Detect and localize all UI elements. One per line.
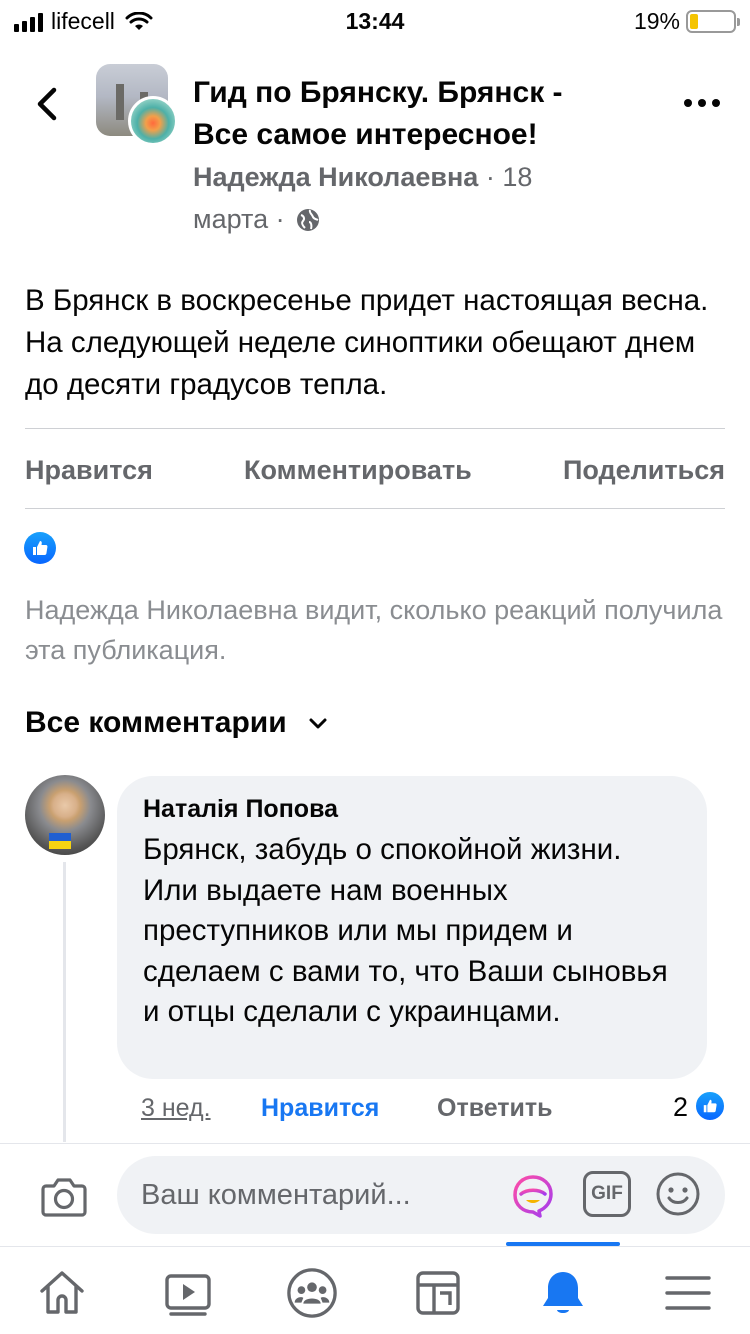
feeds-icon bbox=[416, 1271, 460, 1315]
chevron-down-icon bbox=[309, 718, 327, 729]
comment-time[interactable]: 3 нед. bbox=[141, 1094, 211, 1123]
groups-icon bbox=[287, 1268, 337, 1318]
gif-button[interactable]: GIF bbox=[583, 1171, 631, 1217]
comment-author[interactable]: Наталія Попова bbox=[143, 794, 681, 824]
bottom-tab-bar bbox=[0, 1242, 750, 1334]
post-text: В Брянск в воскресенье придет настоящая … bbox=[25, 284, 709, 401]
comment-input-container[interactable]: GIF bbox=[117, 1156, 725, 1234]
tab-notifications[interactable] bbox=[537, 1267, 589, 1319]
reactions-note: Надежда Николаевна видит, сколько реакци… bbox=[25, 595, 723, 665]
tab-groups[interactable] bbox=[286, 1267, 338, 1319]
video-icon bbox=[165, 1274, 211, 1316]
post-actions: Нравится Комментировать Поделиться bbox=[25, 448, 725, 492]
tab-menu[interactable] bbox=[662, 1267, 714, 1319]
meta-separator: · bbox=[485, 162, 495, 192]
more-options-icon[interactable] bbox=[684, 95, 720, 111]
battery-icon bbox=[686, 10, 740, 33]
globe-icon bbox=[297, 209, 320, 231]
back-arrow-icon[interactable] bbox=[28, 84, 68, 124]
home-icon bbox=[40, 1271, 84, 1314]
comment-like-reaction-icon[interactable] bbox=[694, 1090, 726, 1122]
camera-icon[interactable] bbox=[40, 1174, 88, 1218]
comment-like-button[interactable]: Нравится bbox=[261, 1094, 379, 1123]
comment-text: Брянск, забудь о спокойной жизни. Или вы… bbox=[143, 833, 668, 1028]
comment-button[interactable]: Комментировать bbox=[244, 455, 472, 486]
post-author[interactable]: Надежда Николаевна bbox=[193, 162, 478, 192]
menu-icon bbox=[665, 1276, 711, 1310]
divider-bottom bbox=[25, 508, 725, 509]
comment-composer: GIF bbox=[0, 1143, 750, 1246]
comment-reply-button[interactable]: Ответить bbox=[437, 1094, 553, 1123]
thread-line bbox=[63, 862, 66, 1142]
status-right: 19% bbox=[633, 8, 740, 35]
comment-meta: 3 нед. Нравится Ответить 2 bbox=[141, 1090, 726, 1130]
battery-level bbox=[690, 14, 698, 29]
comment-reaction-count[interactable]: 2 bbox=[673, 1092, 688, 1123]
comments-header-label: Все комментарии bbox=[25, 706, 287, 739]
comment-bubble[interactable]: Наталія Попова Брянск, забудь о спокойно… bbox=[117, 776, 707, 1079]
post-meta: Надежда Николаевна · 18 марта · bbox=[193, 156, 613, 240]
commenter-avatar[interactable] bbox=[25, 775, 105, 855]
author-avatar[interactable] bbox=[128, 96, 178, 146]
tab-home[interactable] bbox=[36, 1267, 88, 1319]
group-name[interactable]: Гид по Брянску. Брянск - Все самое интер… bbox=[193, 72, 623, 156]
battery-percent: 19% bbox=[633, 8, 680, 34]
divider-top bbox=[25, 428, 725, 429]
status-bar: lifecell 13:44 19% bbox=[0, 0, 750, 44]
comment-input[interactable] bbox=[141, 1174, 491, 1216]
notifications-icon bbox=[543, 1272, 583, 1313]
tab-feeds[interactable] bbox=[412, 1267, 464, 1319]
meta-separator-2: · bbox=[275, 204, 285, 234]
emoji-icon[interactable] bbox=[655, 1171, 701, 1217]
like-button[interactable]: Нравится bbox=[25, 455, 153, 486]
tab-video[interactable] bbox=[162, 1267, 214, 1319]
share-button[interactable]: Поделиться bbox=[563, 455, 725, 486]
avatar-sticker-icon[interactable] bbox=[509, 1172, 557, 1220]
active-tab-indicator bbox=[506, 1242, 620, 1246]
comments-filter[interactable]: Все комментарии bbox=[25, 706, 329, 740]
like-reaction-icon[interactable] bbox=[24, 532, 56, 564]
ukraine-flag-icon bbox=[49, 833, 71, 849]
